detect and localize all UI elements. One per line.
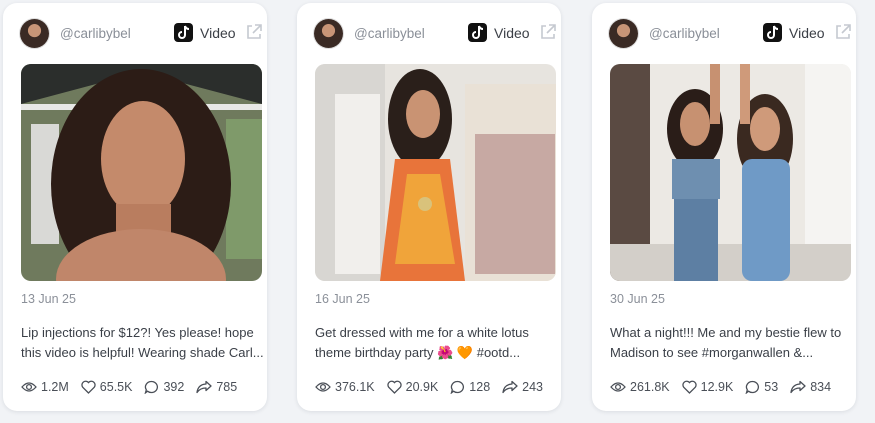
likes-stat: 65.5K	[81, 380, 133, 394]
post-stats: 1.2M 65.5K 392 785	[21, 378, 249, 396]
creator-handle[interactable]: @carlibybel	[60, 26, 131, 41]
comments-count: 128	[469, 380, 491, 394]
share-icon	[196, 380, 212, 394]
share-icon	[502, 380, 518, 394]
comment-icon	[450, 380, 465, 394]
likes-count: 12.9K	[700, 380, 734, 394]
shares-count: 834	[810, 380, 832, 394]
post-thumbnail[interactable]	[610, 64, 851, 281]
views-stat: 1.2M	[21, 380, 69, 394]
comments-count: 53	[764, 380, 779, 394]
likes-stat: 20.9K	[386, 380, 439, 394]
post-date: 30 Jun 25	[610, 292, 665, 306]
heart-icon	[681, 380, 697, 394]
avatar[interactable]	[20, 19, 49, 48]
post-type-label: Video	[494, 25, 530, 41]
heart-icon	[81, 380, 96, 394]
external-link-icon[interactable]	[245, 23, 263, 41]
eye-icon	[21, 382, 37, 392]
likes-stat: 12.9K	[681, 380, 734, 394]
comments-stat: 128	[450, 380, 490, 394]
post-date: 16 Jun 25	[315, 292, 370, 306]
post-date: 13 Jun 25	[21, 292, 76, 306]
post-caption: Lip injections for $12?! Yes please! hop…	[21, 325, 264, 360]
tiktok-icon	[468, 23, 487, 42]
post-thumbnail[interactable]	[21, 64, 262, 281]
shares-count: 243	[522, 380, 544, 394]
eye-icon	[315, 382, 331, 392]
comments-stat: 392	[144, 380, 184, 394]
share-icon	[790, 380, 806, 394]
post-type-label: Video	[200, 25, 236, 41]
comments-count: 392	[163, 380, 185, 394]
creator-handle[interactable]: @carlibybel	[649, 26, 720, 41]
post-stats: 261.8K 12.9K 53 834	[610, 378, 843, 396]
post-type-label: Video	[789, 25, 825, 41]
likes-count: 20.9K	[405, 380, 439, 394]
external-link-icon[interactable]	[834, 23, 852, 41]
avatar[interactable]	[609, 19, 638, 48]
shares-stat: 785	[196, 380, 237, 394]
comment-icon	[144, 380, 159, 394]
views-count: 261.8K	[630, 380, 670, 394]
views-stat: 261.8K	[610, 380, 670, 394]
creator-handle[interactable]: @carlibybel	[354, 26, 425, 41]
shares-count: 785	[216, 380, 238, 394]
post-card[interactable]: @carlibybel Video 30 Jun 25 What a night…	[592, 3, 856, 411]
comments-stat: 53	[745, 380, 778, 394]
card-header: @carlibybel Video	[3, 17, 267, 51]
tiktok-icon	[174, 23, 193, 42]
heart-icon	[386, 380, 402, 394]
card-header: @carlibybel Video	[297, 17, 561, 51]
views-count: 376.1K	[335, 380, 375, 394]
post-card[interactable]: @carlibybel Video 13 Jun 25 Lip injectio…	[3, 3, 267, 411]
post-caption: What a night!!! Me and my bestie flew to…	[610, 325, 842, 360]
comment-icon	[745, 380, 760, 394]
shares-stat: 243	[502, 380, 543, 394]
post-thumbnail[interactable]	[315, 64, 556, 281]
views-count: 1.2M	[41, 380, 69, 394]
avatar[interactable]	[314, 19, 343, 48]
shares-stat: 834	[790, 380, 831, 394]
tiktok-icon	[763, 23, 782, 42]
post-caption: Get dressed with me for a white lotus th…	[315, 325, 529, 360]
eye-icon	[610, 382, 626, 392]
card-header: @carlibybel Video	[592, 17, 856, 51]
post-card[interactable]: @carlibybel Video 16 Jun 25 Get dressed …	[297, 3, 561, 411]
views-stat: 376.1K	[315, 380, 375, 394]
likes-count: 65.5K	[99, 380, 133, 394]
post-stats: 376.1K 20.9K 128 243	[315, 378, 555, 396]
external-link-icon[interactable]	[539, 23, 557, 41]
